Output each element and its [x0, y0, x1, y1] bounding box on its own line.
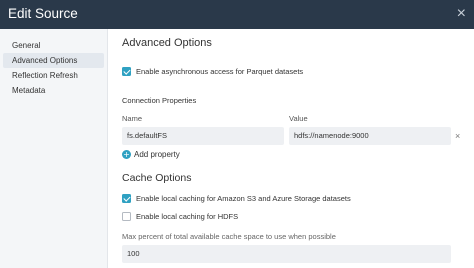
- hdfs-cache-option[interactable]: Enable local caching for HDFS: [122, 211, 238, 222]
- sidebar-item-label: Advanced Options: [12, 56, 78, 65]
- name-column-header: Name: [122, 114, 143, 123]
- sidebar-item-label: Reflection Refresh: [12, 71, 78, 80]
- modal-title: Edit Source: [8, 6, 78, 21]
- remove-property-icon[interactable]: ×: [455, 131, 460, 141]
- close-icon[interactable]: ×: [457, 5, 466, 23]
- s3-azure-cache-option[interactable]: Enable local caching for Amazon S3 and A…: [122, 193, 351, 204]
- sidebar-item-label: General: [12, 41, 41, 50]
- connection-properties-title: Connection Properties: [122, 96, 197, 105]
- page-title: Advanced Options: [122, 37, 212, 49]
- cache-options-title: Cache Options: [122, 172, 192, 184]
- s3-azure-cache-checkbox[interactable]: [122, 194, 131, 203]
- sidebar-item-general[interactable]: General: [3, 38, 104, 53]
- hdfs-cache-label: Enable local caching for HDFS: [136, 212, 239, 221]
- modal-header: Edit Source ×: [0, 0, 474, 29]
- hdfs-cache-checkbox[interactable]: [122, 212, 131, 221]
- sidebar-item-label: Metadata: [12, 86, 46, 95]
- max-percent-input[interactable]: 100: [122, 245, 451, 263]
- async-access-label: Enable asynchronous access for Parquet d…: [136, 67, 304, 76]
- sidebar-item-reflection-refresh[interactable]: Reflection Refresh: [3, 68, 104, 83]
- s3-azure-cache-label: Enable local caching for Amazon S3 and A…: [136, 194, 351, 203]
- async-access-checkbox[interactable]: [122, 67, 131, 76]
- sidebar: General Advanced Options Reflection Refr…: [0, 29, 108, 268]
- add-property-button[interactable]: + Add property: [122, 149, 180, 160]
- max-percent-label: Max percent of total available cache spa…: [122, 232, 336, 241]
- add-property-label: Add property: [134, 150, 180, 159]
- plus-icon: +: [122, 150, 131, 159]
- async-access-option[interactable]: Enable asynchronous access for Parquet d…: [122, 66, 303, 77]
- property-name-input[interactable]: fs.defaultFS: [122, 127, 284, 145]
- value-column-header: Value: [289, 114, 308, 123]
- property-value-input[interactable]: hdfs://namenode:9000: [289, 127, 451, 145]
- main-panel: Advanced Options Enable asynchronous acc…: [108, 29, 474, 268]
- sidebar-item-advanced-options[interactable]: Advanced Options: [3, 53, 104, 68]
- sidebar-item-metadata[interactable]: Metadata: [3, 83, 104, 98]
